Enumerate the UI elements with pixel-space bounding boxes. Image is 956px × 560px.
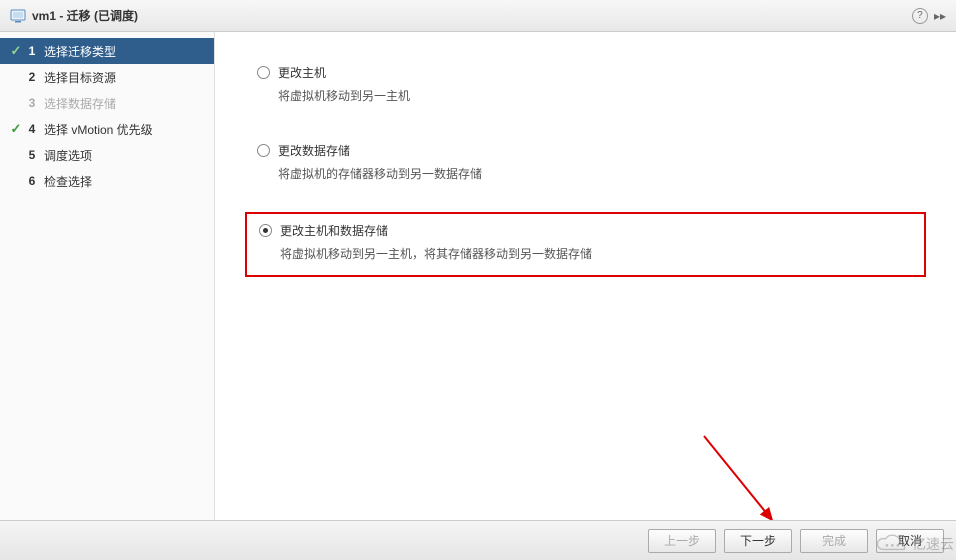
option-desc: 将虚拟机的存储器移动到另一数据存储 xyxy=(278,165,914,184)
window-title: vm1 - 迁移 (已调度) xyxy=(32,7,912,24)
vm-icon xyxy=(10,8,26,24)
step-label: 检查选择 xyxy=(40,173,92,190)
radio-change-host[interactable] xyxy=(257,66,270,79)
wizard-step-4[interactable]: ✓ 4 选择 vMotion 优先级 xyxy=(0,116,214,142)
step-label: 选择 vMotion 优先级 xyxy=(40,121,153,138)
titlebar: vm1 - 迁移 (已调度) ? ▸▸ xyxy=(0,0,956,32)
watermark: 亿速云 xyxy=(874,534,954,554)
radio-change-both[interactable] xyxy=(259,224,272,237)
wizard-step-6[interactable]: 6 检查选择 xyxy=(0,168,214,194)
wizard-step-3: 3 选择数据存储 xyxy=(0,90,214,116)
option-change-both[interactable]: 更改主机和数据存储 将虚拟机移动到另一主机，将其存储器移动到另一数据存储 xyxy=(245,212,926,276)
check-icon: ✓ xyxy=(8,43,24,59)
back-button: 上一步 xyxy=(648,529,716,553)
check-icon: ✓ xyxy=(8,121,24,137)
step-label: 选择迁移类型 xyxy=(40,43,116,60)
finish-button: 完成 xyxy=(800,529,868,553)
wizard-main: 更改主机 将虚拟机移动到另一主机 更改数据存储 将虚拟机的存储器移动到另一数据存… xyxy=(215,32,956,520)
step-label: 选择目标资源 xyxy=(40,69,116,86)
wizard-sidebar: ✓ 1 选择迁移类型 2 选择目标资源 3 选择数据存储 ✓ 4 选择 vMot… xyxy=(0,32,215,520)
step-number: 3 xyxy=(24,96,40,110)
wizard-step-1[interactable]: ✓ 1 选择迁移类型 xyxy=(0,38,214,64)
step-number: 4 xyxy=(24,122,40,136)
cloud-icon xyxy=(874,534,908,554)
step-number: 2 xyxy=(24,70,40,84)
next-button[interactable]: 下一步 xyxy=(724,529,792,553)
wizard-step-5[interactable]: 5 调度选项 xyxy=(0,142,214,168)
option-change-datastore[interactable]: 更改数据存储 将虚拟机的存储器移动到另一数据存储 xyxy=(245,134,926,194)
option-desc: 将虚拟机移动到另一主机 xyxy=(278,87,914,106)
step-label: 调度选项 xyxy=(40,147,92,164)
option-title: 更改主机和数据存储 xyxy=(280,222,388,239)
radio-change-datastore[interactable] xyxy=(257,144,270,157)
step-number: 6 xyxy=(24,174,40,188)
step-label: 选择数据存储 xyxy=(40,95,116,112)
watermark-text: 亿速云 xyxy=(912,534,954,554)
option-desc: 将虚拟机移动到另一主机，将其存储器移动到另一数据存储 xyxy=(280,245,912,264)
help-icon[interactable]: ? xyxy=(912,8,928,24)
wizard-body: ✓ 1 选择迁移类型 2 选择目标资源 3 选择数据存储 ✓ 4 选择 vMot… xyxy=(0,32,956,520)
option-title: 更改主机 xyxy=(278,64,326,81)
option-change-host[interactable]: 更改主机 将虚拟机移动到另一主机 xyxy=(245,56,926,116)
wizard-footer: 上一步 下一步 完成 取消 xyxy=(0,520,956,560)
step-number: 1 xyxy=(24,44,40,58)
step-number: 5 xyxy=(24,148,40,162)
expand-icon[interactable]: ▸▸ xyxy=(934,9,946,23)
option-title: 更改数据存储 xyxy=(278,142,350,159)
wizard-step-2[interactable]: 2 选择目标资源 xyxy=(0,64,214,90)
